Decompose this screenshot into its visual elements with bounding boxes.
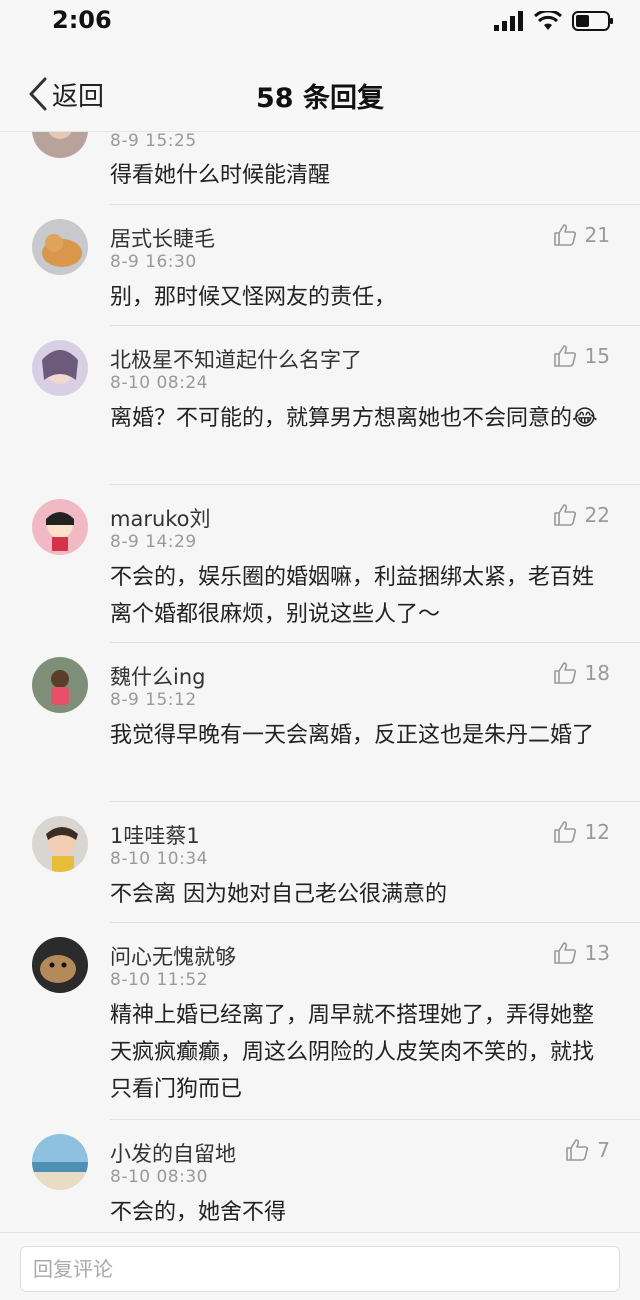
comment-item[interactable]: maruko刘 8-9 14:29 22 不会的，娱乐圈的婚姻嘛，利益捆绑太紧，… — [0, 485, 640, 643]
comment-item[interactable]: 魏什么ing 8-9 15:12 18 我觉得早晚有一天会离婚，反正这也是朱丹二… — [0, 643, 640, 802]
avatar[interactable] — [32, 132, 88, 158]
avatar[interactable] — [32, 657, 88, 713]
status-icons — [494, 10, 614, 32]
like-count: 21 — [584, 223, 610, 247]
battery-icon — [572, 11, 613, 31]
thumbs-up-icon — [553, 224, 576, 246]
like-button[interactable]: 12 — [553, 820, 610, 844]
like-count: 12 — [584, 820, 610, 844]
like-count: 13 — [584, 941, 610, 965]
comment-content: 我觉得早晚有一天会离婚，反正这也是朱丹二婚了 — [110, 723, 595, 748]
like-count: 15 — [584, 344, 610, 368]
status-time: 2:06 — [52, 6, 112, 34]
avatar[interactable] — [32, 816, 88, 872]
thumbs-up-icon — [553, 942, 576, 964]
like-button[interactable]: 13 — [553, 941, 610, 965]
comment-time: 8-9 16:30 — [110, 252, 197, 272]
comment-item[interactable]: 8-9 15:25 得看她什么时候能清醒 — [0, 132, 640, 205]
thumbs-up-icon — [553, 662, 576, 684]
comment-username[interactable]: 小发的自留地 — [110, 1138, 236, 1168]
comment-content: 精神上婚已经离了，周早就不搭理她了，弄得她整天疯疯癫癫，周这么阴险的人皮笑肉不笑… — [110, 1003, 595, 1102]
avatar[interactable] — [32, 219, 88, 275]
comment-time: 8-10 08:30 — [110, 1167, 208, 1187]
comment-list[interactable]: 8-9 15:25 得看她什么时候能清醒 居式长睫毛 8-9 16:30 21 … — [0, 132, 640, 1232]
like-count: 22 — [584, 503, 610, 527]
like-button[interactable]: 18 — [553, 661, 610, 685]
like-button[interactable]: 22 — [553, 503, 610, 527]
comment-content: 离婚？不可能的，就算男方想离她也不会同意的😂 — [110, 406, 598, 431]
like-count: 18 — [584, 661, 610, 685]
signal-icon — [494, 11, 523, 31]
comment-username[interactable]: 1哇哇蔡1 — [110, 820, 200, 850]
comment-item[interactable]: 北极星不知道起什么名字了 8-10 08:24 15 离婚？不可能的，就算男方想… — [0, 326, 640, 485]
comment-content: 不会离 因为她对自己老公很满意的 — [110, 882, 447, 907]
comment-item[interactable]: 居式长睫毛 8-9 16:30 21 别，那时候又怪网友的责任， — [0, 205, 640, 326]
like-button[interactable]: 7 — [565, 1138, 610, 1162]
reply-input[interactable]: 回复评论 — [20, 1246, 620, 1292]
comment-content: 不会的，娱乐圈的婚姻嘛，利益捆绑太紧，老百姓离个婚都很麻烦，别说这些人了～ — [110, 565, 595, 627]
avatar[interactable] — [32, 937, 88, 993]
status-bar: 2:06 — [0, 0, 640, 44]
thumbs-up-icon — [553, 345, 576, 367]
thumbs-up-icon — [553, 504, 576, 526]
like-button[interactable]: 21 — [553, 223, 610, 247]
wifi-icon — [534, 11, 562, 30]
reply-bar: 回复评论 — [0, 1232, 640, 1300]
comment-time: 8-10 08:24 — [110, 373, 208, 393]
nav-bar: 返回 58 条回复 — [0, 44, 640, 132]
comment-content: 别，那时候又怪网友的责任， — [110, 285, 397, 310]
thumbs-up-icon — [566, 1139, 589, 1161]
comment-time: 8-9 15:12 — [110, 690, 197, 710]
comment-content: 不会的，她舍不得 — [110, 1200, 287, 1225]
comment-item[interactable]: 问心无愧就够 8-10 11:52 13 精神上婚已经离了，周早就不搭理她了，弄… — [0, 923, 640, 1120]
avatar[interactable] — [32, 1134, 88, 1190]
comment-username[interactable]: 魏什么ing — [110, 661, 205, 691]
comment-time: 8-10 11:52 — [110, 970, 208, 990]
like-count: 7 — [597, 1138, 610, 1162]
avatar[interactable] — [32, 499, 88, 555]
thumbs-up-icon — [553, 821, 576, 843]
avatar[interactable] — [32, 340, 88, 396]
comment-username[interactable]: 问心无愧就够 — [110, 941, 236, 971]
comment-item[interactable]: 小发的自留地 8-10 08:30 7 不会的，她舍不得 — [0, 1120, 640, 1232]
comment-item[interactable]: 1哇哇蔡1 8-10 10:34 12 不会离 因为她对自己老公很满意的 — [0, 802, 640, 923]
like-button[interactable]: 15 — [553, 344, 610, 368]
comment-time: 8-9 14:29 — [110, 532, 197, 552]
comment-content: 得看她什么时候能清醒 — [110, 163, 331, 188]
comment-username[interactable]: 居式长睫毛 — [110, 223, 215, 253]
comment-time: 8-9 15:25 — [110, 132, 197, 151]
page-title: 58 条回复 — [256, 83, 384, 114]
comment-username[interactable]: maruko刘 — [110, 503, 211, 533]
comment-username[interactable]: 北极星不知道起什么名字了 — [110, 344, 362, 374]
comment-time: 8-10 10:34 — [110, 849, 208, 869]
